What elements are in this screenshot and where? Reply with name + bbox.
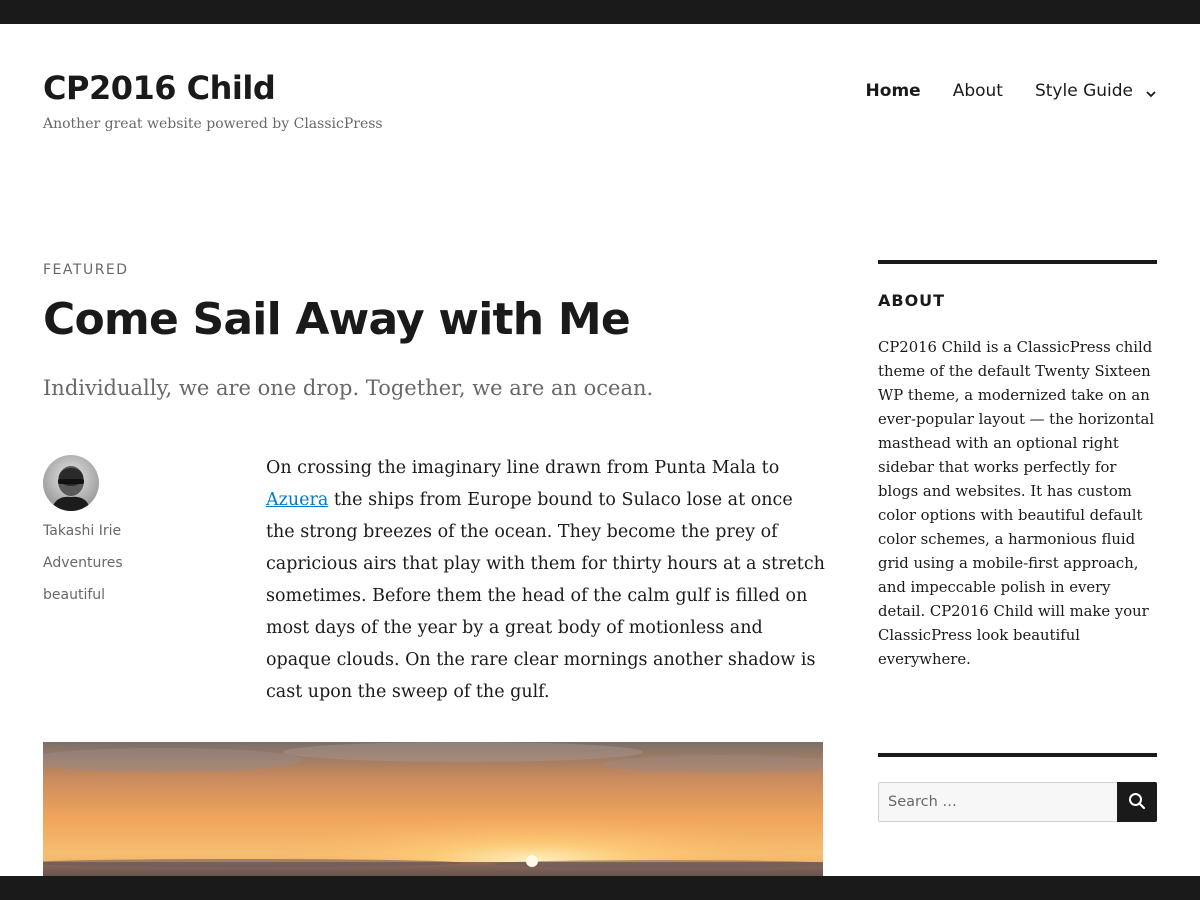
post-title[interactable]: Come Sail Away with Me	[43, 292, 631, 348]
widget-divider	[878, 260, 1157, 264]
search-button[interactable]	[1117, 782, 1157, 822]
content-text-end: the ships from Europe bound to Sulaco lo…	[266, 490, 825, 702]
author-avatar[interactable]	[43, 455, 99, 511]
page: CP2016 Child Another great website power…	[0, 24, 1200, 876]
search-input[interactable]	[878, 782, 1117, 822]
content-text-start: On crossing the imaginary line drawn fro…	[266, 458, 780, 478]
search-icon	[1128, 792, 1146, 813]
site-title[interactable]: CP2016 Child	[43, 66, 276, 110]
nav-item-style-guide[interactable]: Style Guide	[1035, 78, 1133, 104]
post-content: On crossing the imaginary line drawn fro…	[266, 452, 826, 708]
chevron-down-icon[interactable]	[1145, 85, 1157, 98]
post-author-link[interactable]: Takashi Irie	[43, 521, 121, 541]
widget-divider	[878, 753, 1157, 757]
about-widget-title: ABOUT	[878, 291, 946, 310]
post-thumbnail[interactable]	[43, 742, 823, 876]
search-form	[878, 782, 1157, 822]
about-widget-text: CP2016 Child is a ClassicPress child the…	[878, 339, 1155, 668]
azuera-link[interactable]: Azuera	[266, 490, 328, 510]
post-tag-link[interactable]: beautiful	[43, 585, 105, 605]
post-category-link[interactable]: Adventures	[43, 553, 123, 573]
nav-item-home[interactable]: Home	[866, 78, 921, 104]
post-excerpt: Individually, we are one drop. Together,…	[43, 376, 654, 400]
nav-item-about[interactable]: About	[953, 78, 1003, 104]
main-navigation: Home About Style Guide	[866, 78, 1157, 104]
site-description: Another great website powered by Classic…	[43, 116, 383, 132]
featured-label: FEATURED	[43, 262, 129, 278]
